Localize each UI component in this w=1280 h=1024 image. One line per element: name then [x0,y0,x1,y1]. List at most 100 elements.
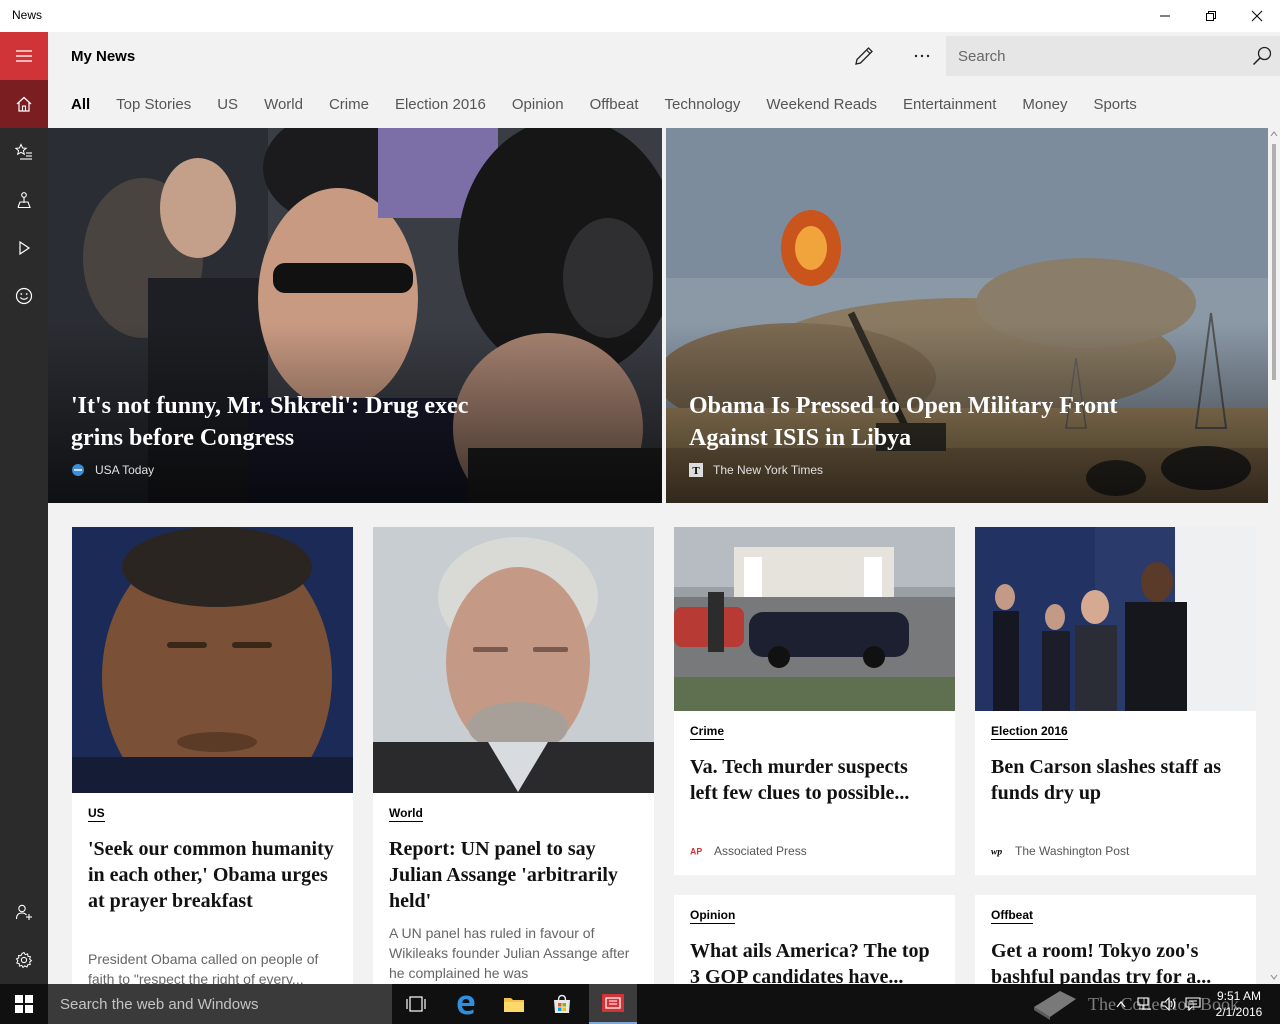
nav-settings-button[interactable] [0,936,48,984]
tab-money[interactable]: Money [1022,96,1067,116]
minimize-button[interactable] [1142,0,1188,32]
hero-headline[interactable]: Obama Is Pressed to Open Military Front … [689,390,1129,454]
more-options-button[interactable] [904,42,940,70]
scroll-up-arrow-icon[interactable] [1270,130,1278,138]
hero-story-card[interactable]: 'It's not funny, Mr. Shkreli': Drug exec… [48,128,662,503]
category-tabs: All Top Stories US World Crime Election … [71,96,1163,116]
search-input[interactable] [946,36,1236,76]
clock-time: 9:51 AM [1216,989,1262,1003]
store-icon [554,994,570,1013]
edit-button[interactable] [846,42,882,70]
story-category[interactable]: World [389,806,423,822]
story-headline[interactable]: 'Seek our common humanity in each other,… [88,836,338,914]
hero-story-card[interactable]: Obama Is Pressed to Open Military Front … [666,128,1268,503]
story-category[interactable]: US [88,806,105,822]
story-card[interactable]: US 'Seek our common humanity in each oth… [72,527,353,984]
tab-offbeat[interactable]: Offbeat [590,96,639,116]
nav-local-button[interactable] [0,176,48,224]
hero-headline[interactable]: 'It's not funny, Mr. Shkreli': Drug exec… [71,390,511,454]
story-category[interactable]: Opinion [690,908,736,924]
news-app-taskbar-button[interactable] [589,984,637,1024]
scroll-down-arrow-icon[interactable] [1270,973,1278,981]
hamburger-menu-button[interactable] [0,32,48,80]
start-button[interactable] [0,984,48,1024]
story-source-name: The Washington Post [1015,844,1130,858]
action-center-icon [1185,997,1201,1011]
tab-opinion[interactable]: Opinion [512,96,564,116]
news-app-icon [602,994,624,1012]
pencil-icon [855,47,873,65]
close-button[interactable] [1234,0,1280,32]
hero-source: T The New York Times [689,463,823,477]
action-center-button[interactable] [1182,984,1204,1024]
vertical-scrollbar[interactable] [1268,128,1280,984]
story-photo-carson-image [975,527,1256,711]
tab-crime[interactable]: Crime [329,96,369,116]
story-source: wp The Washington Post [991,844,1129,858]
task-view-button[interactable] [392,984,440,1024]
restore-button[interactable] [1188,0,1234,32]
file-explorer-button[interactable] [490,984,538,1024]
story-headline[interactable]: Get a room! Tokyo zoo's bashful pandas t… [991,938,1241,984]
tab-entertainment[interactable]: Entertainment [903,96,996,116]
network-icon [1137,997,1151,1010]
story-card[interactable]: Opinion What ails America? The top 3 GOP… [674,895,955,984]
tab-world[interactable]: World [264,96,303,116]
play-icon [19,240,31,256]
edge-button[interactable] [442,984,490,1024]
tab-weekend-reads[interactable]: Weekend Reads [766,96,877,116]
svg-text:T: T [692,465,700,477]
task-view-icon [406,996,426,1012]
hero-source-name: USA Today [95,463,155,477]
story-category[interactable]: Offbeat [991,908,1033,924]
story-source-name: Associated Press [714,844,807,858]
add-person-icon [15,904,32,920]
story-summary: President Obama called on people of fait… [88,951,319,984]
show-hidden-icons-button[interactable] [1110,984,1132,1024]
story-headline[interactable]: Ben Carson slashes staff as funds dry up [991,754,1241,806]
hero-source: USA Today [71,463,154,477]
nav-my-news-button[interactable] [0,80,48,128]
story-card[interactable]: Crime Va. Tech murder suspects left few … [674,527,955,875]
clock-date: 2/1/2016 [1215,1005,1263,1019]
volume-button[interactable] [1158,984,1180,1024]
story-category[interactable]: Crime [690,724,725,740]
hero-source-name: The New York Times [713,463,824,477]
story-source: AP Associated Press [690,844,807,858]
story-summary: A UN panel has ruled in favour of Wikile… [389,925,630,981]
nav-video-button[interactable] [0,224,48,272]
tab-sports[interactable]: Sports [1093,96,1136,116]
tab-top-stories[interactable]: Top Stories [116,96,191,116]
search-button[interactable] [1248,42,1276,70]
volume-icon [1161,997,1176,1011]
story-card[interactable]: Offbeat Get a room! Tokyo zoo's bashful … [975,895,1256,984]
tab-technology[interactable]: Technology [665,96,741,116]
file-explorer-icon [504,998,524,1012]
nav-feedback-button[interactable] [0,272,48,320]
tab-election-2016[interactable]: Election 2016 [395,96,486,116]
smiley-icon [15,287,33,305]
nav-sign-in-button[interactable] [0,888,48,936]
tab-us[interactable]: US [217,96,238,116]
book-logo-icon [1034,991,1076,1020]
chevron-up-icon [1116,1001,1126,1008]
story-card[interactable]: World Report: UN panel to say Julian Ass… [373,527,654,984]
story-headline[interactable]: What ails America? The top 3 GOP candida… [690,938,940,984]
scrollbar-thumb[interactable] [1272,144,1276,380]
taskbar-search-input[interactable] [48,984,392,1024]
story-category[interactable]: Election 2016 [991,724,1068,740]
network-button[interactable] [1134,984,1156,1024]
ap-logo-icon: AP [690,844,704,858]
story-headline[interactable]: Report: UN panel to say Julian Assange '… [389,836,639,914]
washington-post-logo-icon: wp [991,844,1005,858]
search-icon [1252,46,1272,66]
tab-all[interactable]: All [71,96,90,116]
nav-interests-button[interactable] [0,128,48,176]
story-photo-crime-scene-image [674,527,955,711]
taskbar-clock[interactable]: 9:51 AM 2/1/2016 [1204,988,1274,1020]
svg-text:wp: wp [991,847,1002,858]
story-headline[interactable]: Va. Tech murder suspects left few clues … [690,754,940,806]
nyt-logo-icon: T [689,463,703,477]
story-card[interactable]: Election 2016 Ben Carson slashes staff a… [975,527,1256,875]
store-button[interactable] [538,984,586,1024]
